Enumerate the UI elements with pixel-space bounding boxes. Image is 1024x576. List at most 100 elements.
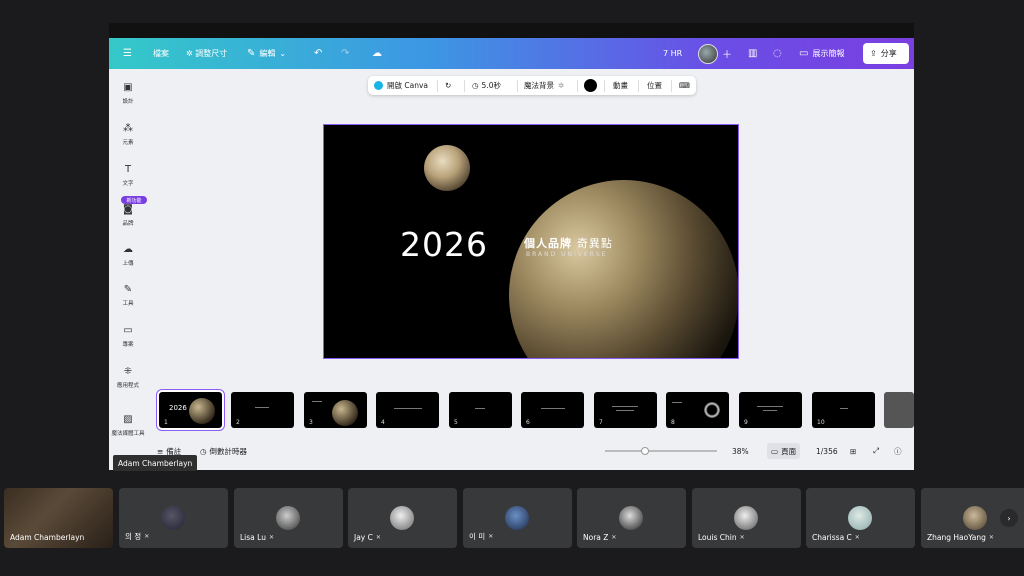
slide-title-light: 奇異點 [576, 237, 613, 250]
position-button[interactable]: 位置 [647, 76, 662, 95]
insights-icon[interactable]: ▥ [748, 38, 757, 69]
present-button[interactable]: ▭ 展示簡報 [799, 38, 844, 69]
page-thumbnail[interactable]: 4 [376, 392, 439, 428]
share-button[interactable]: ⇪ 分享 [863, 43, 909, 64]
resize-button[interactable]: ✲ 調整尺寸 [186, 38, 227, 69]
tools-icon: ✎ [123, 284, 133, 295]
moon-graphic [424, 145, 470, 191]
comment-icon[interactable]: ◌ [773, 38, 782, 69]
bottom-bar: ≡ 備註 ◷ 倒數計時器 38% ▭ 頁面 1/356 ⊞ ⤢ ⓘ [147, 439, 914, 463]
participant-tile[interactable]: Lisa Lu ✕ [234, 488, 343, 548]
participant-tile[interactable]: Jay C ✕ [348, 488, 457, 548]
participant-tile[interactable]: Charissa C ✕ [806, 488, 915, 548]
fullscreen-icon[interactable]: ⤢ [873, 439, 879, 463]
sidebar-item-tools[interactable]: ✎ 工具 [109, 284, 147, 307]
sidebar-item-label: 品牌 [122, 221, 134, 227]
help-icon[interactable]: ⓘ [894, 439, 902, 463]
divider [437, 80, 438, 92]
sidebar-item-label: 元素 [122, 140, 134, 146]
page-thumbnail[interactable]: 9 [739, 392, 802, 428]
cloud-saved-icon[interactable]: ☁ [372, 38, 382, 69]
page-thumbnail[interactable]: 2026 1 [157, 390, 224, 430]
page-thumbnail[interactable]: 7 [594, 392, 657, 428]
collaborator-avatar[interactable] [698, 38, 718, 69]
page-thumbnail[interactable]: 8 [666, 392, 729, 428]
sidebar-item-projects[interactable]: ▭ 專案 [109, 325, 147, 348]
participant-tile[interactable]: Adam Chamberlayn [4, 488, 113, 548]
thumbnail-number: 10 [817, 419, 825, 426]
add-collaborator-icon[interactable]: ＋ [722, 38, 732, 69]
participant-name: Charissa C ✕ [812, 533, 860, 542]
elements-icon: ⁂ [123, 123, 133, 134]
mic-muted-icon: ✕ [488, 533, 494, 540]
page-thumbnail[interactable]: 5 [449, 392, 512, 428]
edit-menu[interactable]: ✎ 編輯 ⌄ [247, 38, 286, 69]
slide-year-text[interactable]: 2026 [400, 225, 488, 264]
mic-muted-icon: ✕ [268, 534, 274, 541]
page-thumbnail[interactable]: 2 [231, 392, 294, 428]
animate-sparkle-icon[interactable]: ↻ [445, 76, 451, 95]
thumbnail-text-line [840, 408, 848, 409]
thumbnail-text-line [394, 408, 422, 409]
hours-label: 7 HR [663, 49, 683, 58]
left-sidebar: ▣ 設計 ⁂ 元素 T 文字 ◙ 品牌 ☁ 上傳 ✎ 工具 ▭ 專案 ⁜ 應用程… [109, 69, 147, 437]
page-thumbnail[interactable]: 10 [812, 392, 875, 428]
participant-tile[interactable]: Nora Z ✕ [577, 488, 686, 548]
zoom-level[interactable]: 38% [732, 439, 749, 463]
thumbnail-number: 6 [526, 419, 530, 426]
canva-logo-icon [374, 81, 383, 90]
speaker-tooltip: Adam Chamberlayn [113, 455, 198, 471]
background-color-swatch[interactable] [584, 76, 597, 95]
slide-title-bold: 個人品牌 [524, 237, 572, 250]
present-icon: ▭ [799, 48, 809, 59]
page-thumbnail[interactable]: 6 [521, 392, 584, 428]
zoom-slider[interactable] [605, 450, 717, 452]
slide-title-text[interactable]: 個人品牌 奇異點 [524, 235, 613, 251]
magic-media-icon: ▨ [123, 414, 133, 425]
text-icon: T [124, 164, 132, 175]
slide-canvas[interactable]: 2026 個人品牌 奇異點 BRAND UNIVERSE [323, 124, 739, 359]
brand-icon: ◙ [123, 204, 133, 215]
grid-view-icon[interactable]: ⊞ [850, 439, 856, 463]
mic-muted-icon: ✕ [854, 534, 860, 541]
pages-button[interactable]: ▭ 頁面 [767, 443, 801, 459]
participant-name: Adam Chamberlayn [10, 533, 85, 542]
canva-editor-window: ☰ 檔案 ✲ 調整尺寸 ✎ 編輯 ⌄ ↶ ↷ ☁ 7 HR ＋ ▥ ◌ ▭ 展示… [109, 23, 914, 470]
thumbnail-number: 2 [236, 419, 240, 426]
open-canva-button[interactable]: 開啟 Canva [374, 76, 428, 95]
sidebar-item-magic-media[interactable]: ▨ 魔法媒體工具 [109, 414, 147, 437]
page-thumbnail[interactable]: 3 [304, 392, 367, 428]
thumbnail-number: 7 [599, 419, 603, 426]
avatar [619, 506, 643, 530]
hamburger-icon[interactable]: ☰ [123, 38, 132, 69]
copy-style-icon[interactable]: ⌨ [679, 76, 690, 95]
sidebar-item-design[interactable]: ▣ 設計 [109, 82, 147, 105]
timer-button[interactable]: ◷ 倒數計時器 [200, 439, 247, 463]
mic-muted-icon: ✕ [375, 534, 381, 541]
slide-subtitle-text[interactable]: BRAND UNIVERSE [526, 251, 607, 258]
sidebar-item-text[interactable]: T 文字 [109, 164, 147, 187]
zoom-slider-handle[interactable] [641, 447, 649, 455]
sidebar-item-brand[interactable]: ◙ 品牌 [109, 204, 147, 227]
sidebar-item-apps[interactable]: ⁜ 應用程式 [109, 366, 147, 389]
page-thumbnail[interactable] [884, 392, 914, 428]
chevron-right-icon[interactable]: › [1000, 509, 1018, 527]
sidebar-item-elements[interactable]: ⁂ 元素 [109, 123, 147, 146]
duration-button[interactable]: ◷ 5.0秒 [472, 76, 501, 95]
participant-tile[interactable]: 이 미 ✕ [463, 488, 572, 548]
animate-button[interactable]: 動畫 [613, 76, 628, 95]
thumbnail-preview-year: 2026 [169, 404, 187, 412]
participant-tile[interactable]: 의 정 ✕ [119, 488, 228, 548]
redo-icon[interactable]: ↷ [341, 38, 349, 69]
participant-name: Lisa Lu ✕ [240, 533, 274, 542]
magic-background-button[interactable]: 魔法背景 ✲ [524, 76, 564, 95]
sidebar-item-upload[interactable]: ☁ 上傳 [109, 244, 147, 267]
magic-bg-label: 魔法背景 [524, 81, 554, 90]
undo-icon[interactable]: ↶ [314, 38, 322, 69]
participant-tile[interactable]: Louis Chin ✕ [692, 488, 801, 548]
thumbnail-text-line [312, 401, 322, 402]
file-menu[interactable]: 檔案 [153, 38, 169, 69]
thumbnail-planet [332, 400, 358, 426]
avatar [161, 506, 185, 530]
duration-label: 5.0秒 [481, 81, 501, 90]
